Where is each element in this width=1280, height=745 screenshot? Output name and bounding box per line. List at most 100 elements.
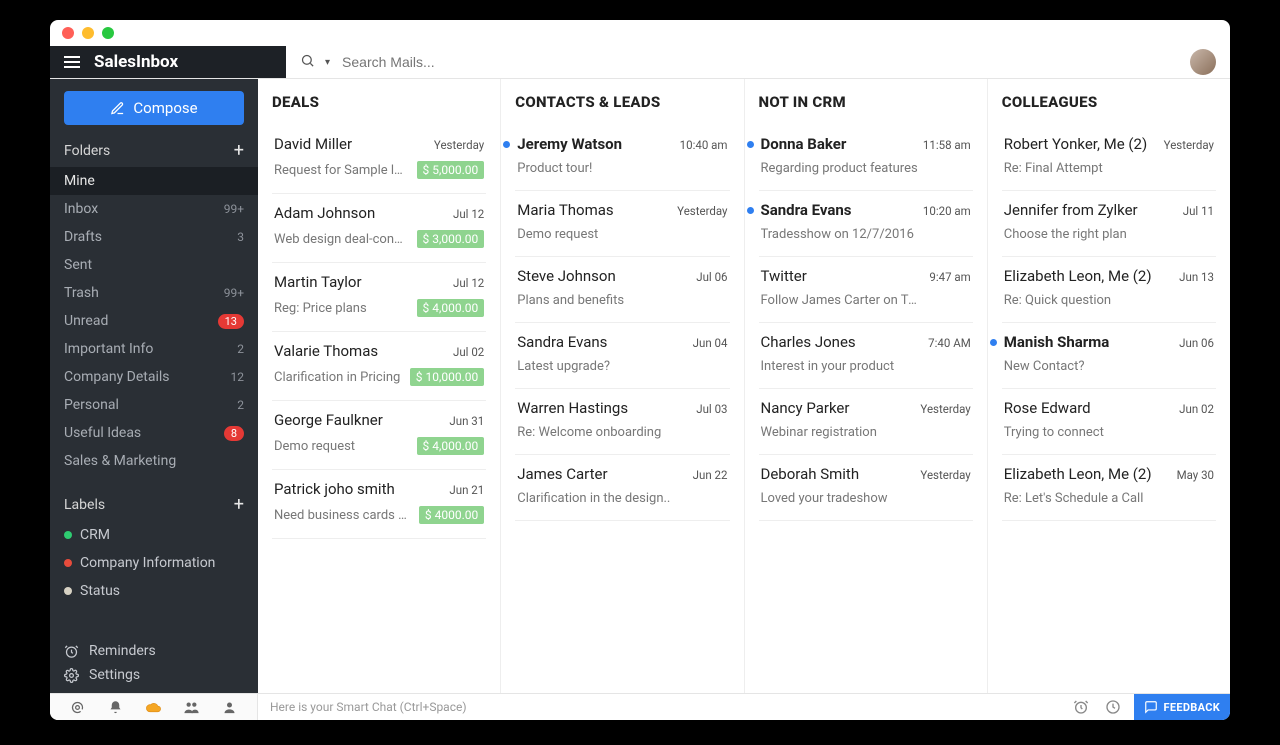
- cloud-icon[interactable]: [142, 696, 164, 718]
- mail-sender: Adam Johnson: [274, 204, 375, 222]
- menu-icon[interactable]: [64, 56, 80, 68]
- mail-subject: Trying to connect: [1004, 425, 1104, 440]
- mail-item[interactable]: Rose EdwardJun 02Trying to connect: [1002, 389, 1216, 455]
- footer-quick-icons: [50, 694, 258, 720]
- sidebar-label-crm[interactable]: CRM: [50, 521, 258, 549]
- clock-icon[interactable]: [1070, 696, 1092, 718]
- mail-subject: Interest in your product: [761, 359, 895, 374]
- mail-subject: Follow James Carter on Twitter!: [761, 293, 926, 308]
- mail-item[interactable]: Charles Jones7:40 AMInterest in your pro…: [759, 323, 973, 389]
- mail-time: 7:40 AM: [928, 336, 971, 350]
- mail-time: May 30: [1177, 468, 1214, 482]
- user-avatar[interactable]: [1190, 49, 1216, 75]
- mail-item[interactable]: Valarie ThomasJul 02Clarification in Pri…: [272, 332, 486, 401]
- search-dropdown-icon[interactable]: ▾: [325, 57, 330, 68]
- column-not-in-crm: NOT IN CRMDonna Baker11:58 amRegarding p…: [745, 79, 988, 693]
- folder-count: 99+: [224, 202, 244, 216]
- mail-subject: Regarding product features: [761, 161, 918, 176]
- mail-time: Jul 12: [453, 276, 484, 290]
- mail-item[interactable]: Steve JohnsonJul 06Plans and benefits: [515, 257, 729, 323]
- mail-item[interactable]: Robert Yonker, Me (2)YesterdayRe: Final …: [1002, 125, 1216, 191]
- folder-label: Useful Ideas: [64, 425, 141, 441]
- mail-item[interactable]: Warren HastingsJul 03Re: Welcome onboard…: [515, 389, 729, 455]
- sidebar-folder-sales-marketing[interactable]: Sales & Marketing: [50, 447, 258, 475]
- mail-item[interactable]: Jennifer from Zylker Jul 11 Choose the rig…: [1002, 191, 1216, 257]
- mail-time: Jun 13: [1179, 270, 1214, 284]
- sidebar-folder-company-details[interactable]: Company Details12: [50, 363, 258, 391]
- label-color-dot-icon: [64, 559, 72, 567]
- mail-item[interactable]: Patrick joho smithJun 21Need business ca…: [272, 470, 486, 539]
- mail-item[interactable]: Adam JohnsonJul 12Web design deal-confir…: [272, 194, 486, 263]
- reminders-link[interactable]: Reminders: [64, 643, 244, 659]
- mail-subject: Clarification in Pricing: [274, 370, 400, 385]
- sidebar-folder-trash[interactable]: Trash99+: [50, 279, 258, 307]
- mail-sender: James Carter: [517, 465, 607, 483]
- deal-amount-badge: $ 10,000.00: [410, 368, 484, 386]
- mail-item[interactable]: Deborah SmithYesterdayLoved your tradesh…: [759, 455, 973, 521]
- mail-item[interactable]: Nancy ParkerYesterdayWebinar registratio…: [759, 389, 973, 455]
- deal-amount-badge: $ 5,000.00: [417, 161, 485, 179]
- mail-item[interactable]: Donna Baker11:58 amRegarding product fea…: [759, 125, 973, 191]
- person-icon[interactable]: [219, 696, 241, 718]
- mail-time: Jul 06: [696, 270, 727, 284]
- mail-subject: Request for Sample logo...: [274, 163, 409, 178]
- mail-sender: Deborah Smith: [761, 465, 860, 483]
- mail-subject: Re: Welcome onboarding: [517, 425, 661, 440]
- mail-sender: Jennifer from Zylker: [1004, 201, 1138, 219]
- mail-item[interactable]: Sandra Evans10:20 amTradesshow on 12/7/2…: [759, 191, 973, 257]
- sidebar-label-company-information[interactable]: Company Information: [50, 549, 258, 577]
- folder-count: 99+: [224, 286, 244, 300]
- search-icon[interactable]: [300, 53, 315, 72]
- search-input[interactable]: [340, 53, 644, 71]
- deal-amount-badge: $ 4,000.00: [417, 299, 485, 317]
- mail-item[interactable]: Elizabeth Leon, Me (2)May 30Re: Let's Sc…: [1002, 455, 1216, 521]
- maximize-window-icon[interactable]: [102, 27, 114, 39]
- mail-item[interactable]: Martin TaylorJul 12Reg: Price plans$ 4,0…: [272, 263, 486, 332]
- people-icon[interactable]: [181, 696, 203, 718]
- history-icon[interactable]: [1102, 696, 1124, 718]
- sidebar-folder-useful-ideas[interactable]: Useful Ideas8: [50, 419, 258, 447]
- mail-time: Jun 04: [693, 336, 728, 350]
- deal-amount-badge: $ 3,000.00: [417, 230, 485, 248]
- mail-time: Jun 21: [449, 483, 484, 497]
- mail-item[interactable]: James CarterJun 22Clarification in the d…: [515, 455, 729, 521]
- folders-header: Folders +: [50, 135, 258, 167]
- feedback-button[interactable]: FEEDBACK: [1134, 694, 1230, 720]
- minimize-window-icon[interactable]: [82, 27, 94, 39]
- smart-chat-input[interactable]: Here is your Smart Chat (Ctrl+Space): [258, 700, 1070, 714]
- sidebar-label-status[interactable]: Status: [50, 577, 258, 605]
- add-folder-icon[interactable]: +: [234, 144, 244, 158]
- mail-sender: Steve Johnson: [517, 267, 615, 285]
- mail-item[interactable]: Sandra EvansJun 04Latest upgrade?: [515, 323, 729, 389]
- sidebar-folder-mine[interactable]: Mine: [50, 167, 258, 195]
- mail-subject: Re: Final Attempt: [1004, 161, 1103, 176]
- mail-item[interactable]: Jeremy Watson10:40 amProduct tour!: [515, 125, 729, 191]
- attachment-icon[interactable]: [66, 696, 88, 718]
- mail-time: 11:58 am: [923, 138, 971, 152]
- sidebar-folder-inbox[interactable]: Inbox99+: [50, 195, 258, 223]
- close-window-icon[interactable]: [62, 27, 74, 39]
- mail-item[interactable]: Elizabeth Leon, Me (2)Jun 13Re: Quick qu…: [1002, 257, 1216, 323]
- sidebar-folder-sent[interactable]: Sent: [50, 251, 258, 279]
- sidebar-folder-personal[interactable]: Personal2: [50, 391, 258, 419]
- mail-item[interactable]: Manish SharmaJun 06New Contact?: [1002, 323, 1216, 389]
- column-title: CONTACTS & LEADS: [515, 93, 729, 111]
- sidebar-folder-unread[interactable]: Unread13: [50, 307, 258, 335]
- sidebar-folder-drafts[interactable]: Drafts3: [50, 223, 258, 251]
- sidebar-folder-important-info[interactable]: Important Info2: [50, 335, 258, 363]
- mail-item[interactable]: Twitter9:47 amFollow James Carter on Twi…: [759, 257, 973, 323]
- column-deals: DEALS David MillerYesterdayRequest for Sa…: [258, 79, 501, 693]
- add-label-icon[interactable]: +: [234, 498, 244, 512]
- mail-subject: Choose the right plan: [1004, 227, 1127, 242]
- settings-link[interactable]: Settings: [64, 667, 244, 683]
- mail-item[interactable]: Maria ThomasYesterdayDemo request: [515, 191, 729, 257]
- mail-time: Jul 11: [1183, 204, 1214, 218]
- mail-item[interactable]: David MillerYesterdayRequest for Sample …: [272, 125, 486, 194]
- mail-sender: Robert Yonker, Me (2): [1004, 135, 1147, 153]
- compose-button[interactable]: Compose: [64, 91, 244, 125]
- folder-count: 3: [237, 230, 244, 244]
- column-title: DEALS: [272, 93, 486, 111]
- bell-icon[interactable]: [104, 696, 126, 718]
- mail-item[interactable]: George FaulknerJun 31Demo request$ 4,000…: [272, 401, 486, 470]
- folder-count: 2: [237, 398, 244, 412]
